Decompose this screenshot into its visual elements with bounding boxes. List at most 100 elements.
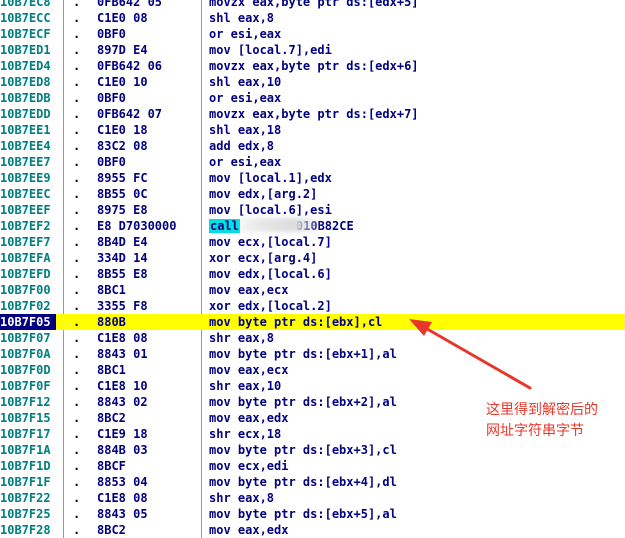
row-marker: . <box>73 27 81 41</box>
disassembly-cell: call 010B82CE <box>209 218 354 234</box>
hex-bytes-cell: C1E0 18 <box>97 123 148 137</box>
row-marker: . <box>73 123 81 137</box>
table-row[interactable]: 10B7F22. C1E8 08 shr eax,8 <box>0 490 625 506</box>
disassembly-cell: mov eax,edx <box>209 411 289 425</box>
disassembly-cell: shr ecx,18 <box>209 427 282 441</box>
table-row[interactable]: 10B7EDB. 0BF0 or esi,eax <box>0 90 625 106</box>
hex-bytes-cell: 0FB642 06 <box>97 59 163 73</box>
row-marker: . <box>73 0 81 9</box>
redacted-blur <box>239 218 318 232</box>
row-marker: . <box>73 43 81 57</box>
row-marker: . <box>73 251 81 265</box>
address-cell: 10B7ED4 <box>0 59 51 73</box>
address-cell: 10B7F02 <box>0 299 51 313</box>
hex-bytes-cell: 334D 14 <box>97 251 148 265</box>
row-marker: . <box>73 59 81 73</box>
hex-bytes-cell: 8843 01 <box>97 347 148 361</box>
row-marker: . <box>73 187 81 201</box>
disassembly-cell: shr eax,8 <box>209 331 275 345</box>
disassembly-cell: or esi,eax <box>209 155 282 169</box>
table-row[interactable]: 10B7ED1. 897D E4 mov [local.7],edi <box>0 42 625 58</box>
table-row[interactable]: 10B7F00. 8BC1 mov eax,ecx <box>0 282 625 298</box>
table-row[interactable]: 10B7ED8. C1E0 10 shl eax,10 <box>0 74 625 90</box>
row-marker: . <box>73 443 81 457</box>
table-row[interactable]: 10B7F02. 3355 F8 xor edx,[local.2] <box>0 298 625 314</box>
address-cell: 10B7EFA <box>0 251 51 265</box>
row-marker: . <box>73 395 81 409</box>
disassembly-cell: add edx,8 <box>209 139 275 153</box>
table-row[interactable]: 10B7F0D. 8BC1 mov eax,ecx <box>0 362 625 378</box>
table-row[interactable]: 10B7EEC. 8B55 0C mov edx,[arg.2] <box>0 186 625 202</box>
disassembly-cell: mov eax,ecx <box>209 283 289 297</box>
hex-bytes-cell: C1E9 18 <box>97 427 148 441</box>
hex-bytes-cell: C1E8 08 <box>97 491 148 505</box>
row-marker: . <box>73 11 81 25</box>
disassembly-cell: mov [local.6],esi <box>209 203 332 217</box>
table-row[interactable]: 10B7ECC. C1E0 08 shl eax,8 <box>0 10 625 26</box>
table-row[interactable]: 10B7F1D. 8BCF mov ecx,edi <box>0 458 625 474</box>
disassembly-cell: shl eax,10 <box>209 75 282 89</box>
address-cell: 10B7EE7 <box>0 155 51 169</box>
row-marker: . <box>73 411 81 425</box>
table-row[interactable]: 10B7ECF. 0BF0 or esi,eax <box>0 26 625 42</box>
table-row[interactable]: 10B7F07. C1E8 08 shr eax,8 <box>0 330 625 346</box>
hex-bytes-cell: 897D E4 <box>97 43 148 57</box>
address-cell: 10B7EFD <box>0 267 51 281</box>
hex-bytes-cell: 0FB642 07 <box>97 107 163 121</box>
table-row[interactable]: 10B7F0F. C1E8 10 shr eax,10 <box>0 378 625 394</box>
hex-bytes-cell: 8853 04 <box>97 475 148 489</box>
disassembly-cell: mov eax,edx <box>209 523 289 537</box>
address-cell: 10B7EE1 <box>0 123 51 137</box>
disassembly-cell: movzx eax,byte ptr ds:[edx+6] <box>209 59 419 73</box>
address-cell: 10B7F07 <box>0 331 51 345</box>
address-cell: 10B7F1F <box>0 475 51 489</box>
table-row[interactable]: 10B7EE9. 8955 FC mov [local.1],edx <box>0 170 625 186</box>
hex-bytes-cell: 8843 05 <box>97 507 148 521</box>
table-row[interactable]: 10B7EEF. 8975 E8 mov [local.6],esi <box>0 202 625 218</box>
row-marker: . <box>73 459 81 473</box>
hex-bytes-cell: 0FB642 05 <box>97 0 163 9</box>
table-row[interactable]: 10B7EE1. C1E0 18 shl eax,18 <box>0 122 625 138</box>
table-row[interactable]: 10B7F25. 8843 05 mov byte ptr ds:[ebx+5],a… <box>0 506 625 522</box>
table-row[interactable]: 10B7F1A. 884B 03 mov byte ptr ds:[ebx+3],c… <box>0 442 625 458</box>
address-cell: 10B7F15 <box>0 411 51 425</box>
table-row[interactable]: 10B7F0A. 8843 01 mov byte ptr ds:[ebx+1],a… <box>0 346 625 362</box>
row-marker: . <box>73 427 81 441</box>
table-row[interactable]: 10B7EF2. E8 D7030000 call 010B82CE <box>0 218 625 234</box>
hex-bytes-cell: 880B <box>97 315 126 329</box>
table-row-selected[interactable]: 10B7F05. 880B mov byte ptr ds:[ebx],cl <box>0 314 625 330</box>
hex-bytes-cell: 8BC2 <box>97 523 126 537</box>
table-row[interactable]: 10B7F1F. 8853 04 mov byte ptr ds:[ebx+4],d… <box>0 474 625 490</box>
table-row[interactable]: 10B7EFA. 334D 14 xor ecx,[arg.4] <box>0 250 625 266</box>
hex-bytes-cell: 3355 F8 <box>97 299 148 313</box>
hex-bytes-cell: C1E8 10 <box>97 379 148 393</box>
table-row[interactable]: 10B7EDD. 0FB642 07 movzx eax,byte ptr ds:[… <box>0 106 625 122</box>
address-cell: 10B7EF7 <box>0 235 51 249</box>
table-row[interactable]: 10B7ED4. 0FB642 06 movzx eax,byte ptr ds:[… <box>0 58 625 74</box>
disassembly-pane[interactable]: 10B7EC8. 0FB642 05 movzx eax,byte ptr ds:[… <box>0 0 625 538</box>
table-row[interactable]: 10B7EFD. 8B55 E8 mov edx,[local.6] <box>0 266 625 282</box>
hex-bytes-cell: 8BC1 <box>97 283 126 297</box>
hex-bytes-cell: C1E0 10 <box>97 75 148 89</box>
address-cell: 10B7ECC <box>0 11 51 25</box>
address-cell: 10B7EDD <box>0 107 51 121</box>
disassembly-cell: shl eax,18 <box>209 123 282 137</box>
hex-bytes-cell: 8B55 E8 <box>97 267 148 281</box>
row-marker: . <box>73 475 81 489</box>
disassembly-cell: mov byte ptr ds:[ebx+3],cl <box>209 443 397 457</box>
annotation-text: 这里得到解密后的 网址字符串字节 <box>486 400 598 442</box>
table-row[interactable]: 10B7EC8. 0FB642 05 movzx eax,byte ptr ds:[… <box>0 0 625 10</box>
table-row[interactable]: 10B7EE7. 0BF0 or esi,eax <box>0 154 625 170</box>
hex-bytes-cell: 884B 03 <box>97 443 148 457</box>
row-marker: . <box>73 203 81 217</box>
hex-bytes-cell: 0BF0 <box>97 155 126 169</box>
address-cell: 10B7EEC <box>0 187 51 201</box>
address-cell: 10B7F17 <box>0 427 51 441</box>
address-cell: 10B7EEF <box>0 203 51 217</box>
hex-bytes-cell: 8843 02 <box>97 395 148 409</box>
table-row[interactable]: 10B7F28. 8BC2 mov eax,edx <box>0 522 625 538</box>
address-cell: 10B7F1D <box>0 459 51 473</box>
row-marker: . <box>73 347 81 361</box>
table-row[interactable]: 10B7EE4. 83C2 08 add edx,8 <box>0 138 625 154</box>
table-row[interactable]: 10B7EF7. 8B4D E4 mov ecx,[local.7] <box>0 234 625 250</box>
